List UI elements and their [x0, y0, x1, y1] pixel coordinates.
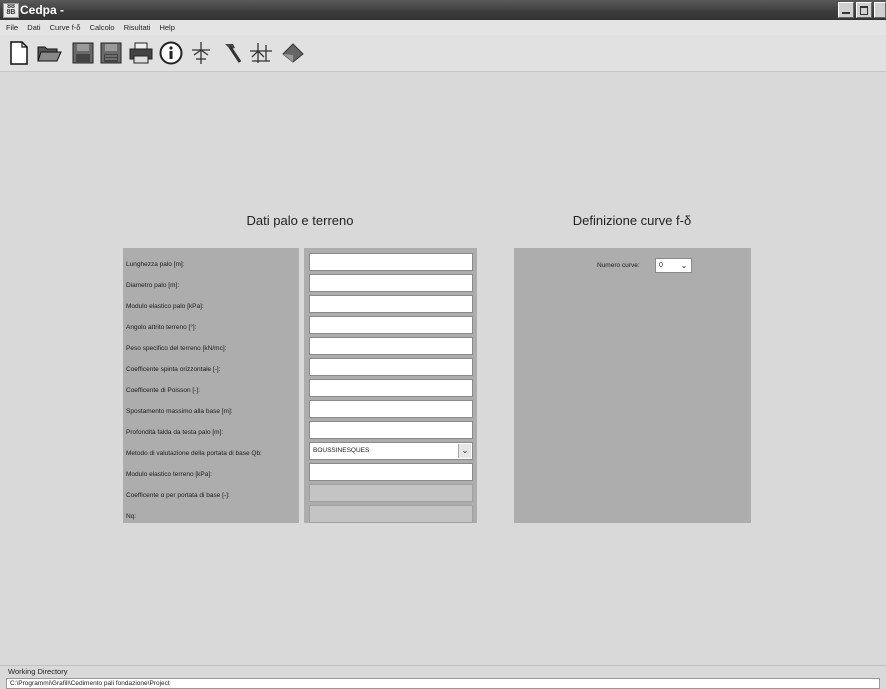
modulo-elastico-palo-input[interactable] [309, 295, 473, 313]
minimize-button[interactable] [838, 2, 854, 18]
working-directory-label: Working Directory [0, 665, 886, 677]
save-icon[interactable] [70, 40, 96, 66]
menu-dati[interactable]: Dati [27, 23, 40, 32]
menu-calcolo[interactable]: Calcolo [90, 23, 115, 32]
menu-curve[interactable]: Curve f-δ [50, 23, 81, 32]
right-panel-title: Definizione curve f-δ [572, 213, 692, 228]
metodo-portata-select[interactable]: BOUSSINESQUES ⌄ [309, 442, 473, 460]
numero-curve-value: 0 [659, 262, 663, 269]
print-icon[interactable] [128, 40, 154, 66]
angolo-attrito-input[interactable] [309, 316, 473, 334]
window-title: Cedpa - [20, 3, 65, 17]
curves-panel: Numero curve: 0 ⌄ [514, 248, 751, 523]
field-label: Modulo elastico terreno [kPa]: [126, 471, 212, 478]
eraser-icon[interactable] [280, 40, 306, 66]
maximize-button[interactable] [856, 2, 872, 18]
labels-panel: Lunghezza palo [m]: Diametro palo [m]: M… [123, 248, 299, 523]
fields-panel: BOUSSINESQUES ⌄ [304, 248, 477, 523]
numero-curve-label: Numero curve: [597, 262, 640, 269]
coefficente-poisson-input[interactable] [309, 379, 473, 397]
field-label: Coefficente α per portata di base [-]: [126, 492, 230, 499]
chevron-down-icon[interactable]: ⌄ [458, 444, 471, 458]
spostamento-massimo-input[interactable] [309, 400, 473, 418]
window-controls [836, 2, 886, 18]
profondita-falda-input[interactable] [309, 421, 473, 439]
field-label: Spostamento massimo alla base [m]: [126, 408, 233, 415]
main-content: Dati palo e terreno Definizione curve f-… [0, 72, 886, 665]
pile-icon[interactable] [188, 40, 214, 66]
menu-help[interactable]: Help [159, 23, 174, 32]
title-bar: 88 8B Cedpa - [0, 0, 886, 20]
app-icon: 88 8B [3, 3, 19, 18]
new-document-icon[interactable] [6, 40, 32, 66]
menu-bar: File Dati Curve f-δ Calcolo Risultati He… [0, 20, 886, 35]
field-label: Peso specifico del terreno [kN/mc]: [126, 345, 227, 352]
pile-curves-icon[interactable] [248, 40, 274, 66]
lunghezza-palo-input[interactable] [309, 253, 473, 271]
field-label: Coefficente spinta orizzontale [-]: [126, 366, 221, 373]
coefficente-alpha-input [309, 484, 473, 502]
field-label: Coefficente di Poisson [-]: [126, 387, 200, 394]
menu-risultati[interactable]: Risultati [124, 23, 151, 32]
open-folder-icon[interactable] [36, 40, 62, 66]
field-label: Metodo di valutazione della portata di b… [126, 450, 262, 457]
chevron-down-icon[interactable]: ⌄ [678, 259, 690, 272]
toolbar [0, 35, 886, 72]
field-label: Nq: [126, 513, 137, 520]
nq-input [309, 505, 473, 523]
diametro-palo-input[interactable] [309, 274, 473, 292]
field-label: Modulo elastico palo [kPa]: [126, 303, 204, 310]
coefficente-spinta-input[interactable] [309, 358, 473, 376]
field-label: Diametro palo [m]: [126, 282, 180, 289]
info-icon[interactable] [158, 40, 184, 66]
close-button[interactable] [874, 2, 886, 18]
field-label: Lunghezza palo [m]: [126, 261, 185, 268]
metodo-portata-value: BOUSSINESQUES [313, 447, 370, 454]
save-as-icon[interactable] [98, 40, 124, 66]
field-label: Angolo attrito terreno [°]: [126, 324, 197, 331]
numero-curve-select[interactable]: 0 ⌄ [655, 258, 692, 273]
field-label: Profondità falda da testa palo [m]: [126, 429, 224, 436]
peso-specifico-input[interactable] [309, 337, 473, 355]
modulo-elastico-terreno-input[interactable] [309, 463, 473, 481]
working-directory-path: C:\Programmi\Grafill\Cedimento pali fond… [6, 678, 880, 689]
hammer-icon[interactable] [218, 40, 244, 66]
left-panel-title: Dati palo e terreno [246, 213, 354, 228]
menu-file[interactable]: File [6, 23, 18, 32]
